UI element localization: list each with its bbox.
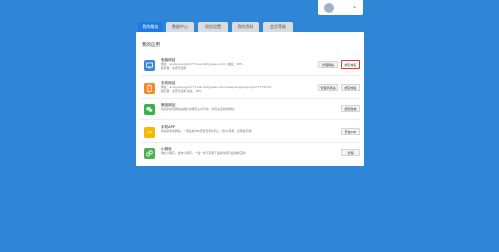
app-description: 将您的手机网站，一键生成APP安装包到手机上（安卓/苹果，完整版可用） (161, 129, 254, 133)
tab-membership[interactable]: 会员等级 (263, 22, 293, 32)
user-menu[interactable]: ⌄ (318, 0, 363, 15)
app-icon: APP (144, 127, 155, 138)
svg-text:APP: APP (147, 131, 153, 135)
list-item: 小程序 微信小程序，操作小程序，一建一件不需要下载操作即可使用的应用！ 管理 (140, 144, 360, 164)
link-icon (144, 148, 155, 159)
manage-mobile-site-button[interactable]: 管理手机站 (318, 84, 338, 91)
wechat-icon (144, 104, 155, 115)
avatar[interactable] (324, 3, 334, 13)
tab-sms-settings[interactable]: 短信设置 (198, 22, 228, 32)
app-description: 将您的手机网站在微信中绑定公众号中，访问关注您的网站！ (161, 107, 237, 111)
app-description: 微信小程序，操作小程序，一建一件不需要下载操作即可使用的应用！ (161, 151, 248, 155)
tab-my-services[interactable]: 我的服务 (138, 22, 163, 32)
list-item: 微信网站 将您的手机网站在微信中绑定公众号中，访问关注您的网站！ 绑定微信 (140, 100, 360, 120)
list-item: APP 手机APP 将您的手机网站，一键生成APP安装包到手机上（安卓/苹果，完… (140, 121, 360, 143)
manage-miniprogram-button[interactable]: 管理 (341, 149, 360, 156)
tab-my-profile[interactable]: 我的资料 (232, 22, 259, 32)
manage-site-button[interactable]: 管理网站 (318, 61, 338, 68)
top-bar: ⌄ (0, 0, 499, 17)
monitor-icon (144, 60, 155, 71)
bind-domain-button[interactable]: 绑定域名 (341, 60, 360, 69)
page-title: 我的应用 (142, 43, 160, 48)
list-item: 电脑网站 网址：anqiyuaiyingv1777.xiao.lbdyiyeeu… (140, 54, 360, 76)
list-item: 手机网站 网址：anqiyuaiyingv1777.xiao.lbdyiyeeu… (140, 77, 360, 99)
app-server: 服务器：免费可使用 (161, 66, 187, 70)
app-server: 服务器：免费可使用 备案：18% (161, 89, 202, 93)
mobile-icon (144, 83, 155, 94)
app-panel: 我的应用 电脑网站 网址：anqiyuaiyingv1777.xiao.lbdy… (136, 32, 364, 166)
chevron-down-icon[interactable]: ⌄ (352, 3, 357, 11)
bind-wechat-button[interactable]: 绑定微信 (341, 105, 360, 112)
open-app-button[interactable]: 开启APP (341, 128, 360, 135)
bind-domain-button[interactable]: 绑定域名 (341, 84, 360, 91)
tab-data-center[interactable]: 数据中心 (166, 22, 194, 32)
